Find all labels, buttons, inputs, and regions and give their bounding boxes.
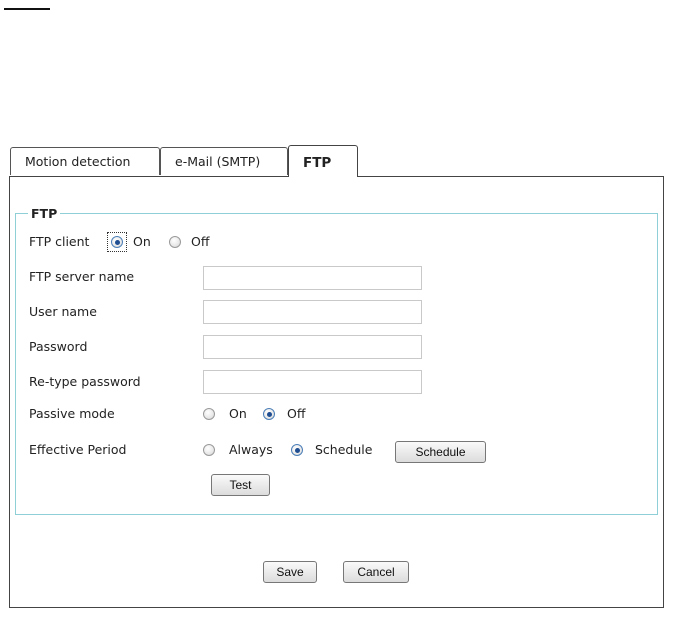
ftp-client-off-radio[interactable] (169, 236, 181, 248)
effective-period-schedule-radio[interactable] (291, 444, 303, 456)
effective-period-schedule-label: Schedule (315, 442, 373, 457)
user-name-input[interactable] (203, 300, 422, 324)
ftp-client-on-radio[interactable] (111, 236, 123, 248)
passive-mode-on-label: On (229, 406, 247, 421)
user-name-label: User name (29, 304, 97, 319)
retype-password-label: Re-type password (29, 374, 141, 389)
ftp-client-on-label: On (133, 234, 151, 249)
test-button[interactable]: Test (211, 474, 270, 496)
tab-motion-detection[interactable]: Motion detection (10, 147, 160, 175)
schedule-button[interactable]: Schedule (395, 441, 486, 463)
password-label: Password (29, 339, 88, 354)
ftp-fieldset (15, 213, 658, 515)
save-button[interactable]: Save (263, 561, 317, 583)
ftp-server-name-input[interactable] (203, 266, 422, 290)
cancel-button[interactable]: Cancel (343, 561, 409, 583)
ftp-client-label: FTP client (29, 234, 90, 249)
top-divider-mark (4, 8, 50, 10)
passive-mode-on-radio[interactable] (203, 408, 215, 420)
tab-email-smtp[interactable]: e-Mail (SMTP) (160, 147, 288, 175)
ftp-client-off-label: Off (191, 234, 210, 249)
passive-mode-label: Passive mode (29, 406, 115, 421)
passive-mode-off-radio[interactable] (263, 408, 275, 420)
ftp-server-name-label: FTP server name (29, 269, 135, 284)
passive-mode-off-label: Off (287, 406, 306, 421)
tab-ftp[interactable]: FTP (288, 145, 358, 177)
ftp-settings-page: Motion detection e-Mail (SMTP) FTP FTP F… (0, 0, 674, 626)
effective-period-always-radio[interactable] (203, 444, 215, 456)
effective-period-label: Effective Period (29, 442, 127, 457)
password-input[interactable] (203, 335, 422, 359)
ftp-legend: FTP (28, 206, 61, 221)
effective-period-always-label: Always (229, 442, 273, 457)
retype-password-input[interactable] (203, 370, 422, 394)
